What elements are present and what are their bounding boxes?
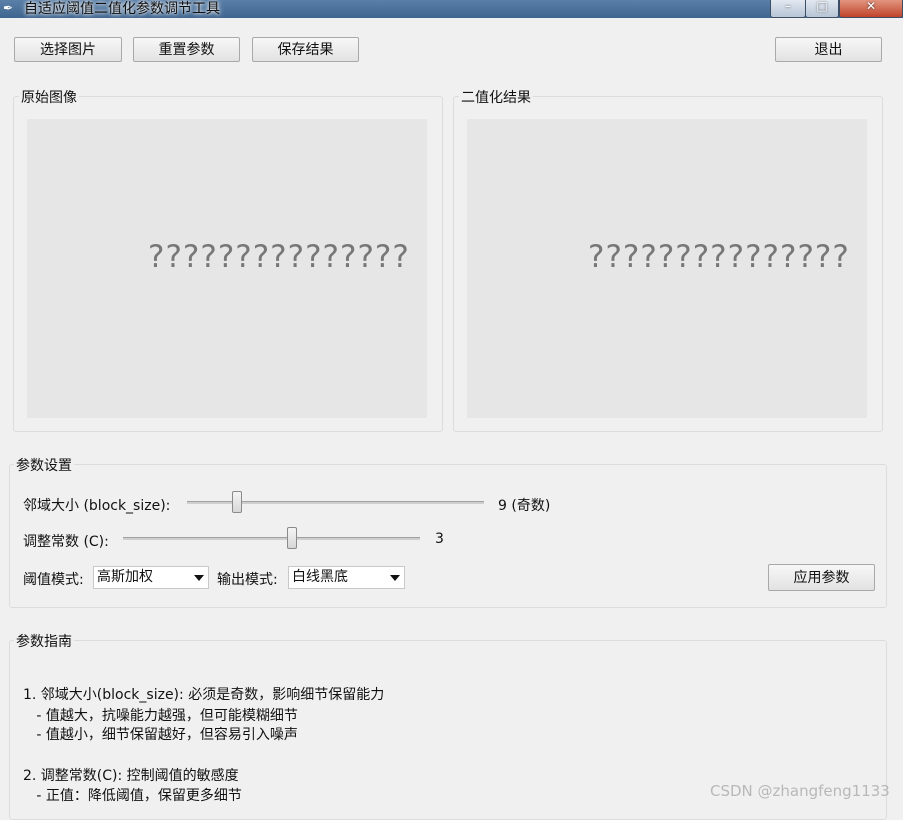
minimize-button[interactable]: – — [770, 0, 806, 18]
watermark: CSDN @zhangfeng1133 — [710, 782, 890, 800]
original-image-placeholder: ??????????????? — [148, 239, 410, 275]
chevron-down-icon — [194, 575, 204, 581]
binary-result-canvas: ??????????????? — [467, 119, 867, 418]
save-result-button[interactable]: 保存结果 — [252, 37, 359, 62]
original-image-canvas: ??????????????? — [27, 119, 427, 418]
output-mode-select[interactable]: 白线黑底 — [288, 566, 405, 589]
guide-line: 2. 调整常数(C): 控制阈值的敏感度 — [23, 768, 239, 784]
guide-line: 1. 邻域大小(block_size): 必须是奇数，影响细节保留能力 — [23, 687, 385, 703]
constant-c-value: 3 — [435, 531, 444, 547]
guide-line: - 值越小，细节保留越好，但容易引入噪声 — [23, 727, 298, 743]
output-mode-value: 白线黑底 — [292, 569, 348, 585]
original-image-label: 原始图像 — [19, 87, 79, 107]
chevron-down-icon — [390, 575, 400, 581]
threshold-mode-select[interactable]: 高斯加权 — [93, 566, 209, 589]
select-image-button[interactable]: 选择图片 — [14, 37, 122, 62]
output-mode-label: 输出模式: — [217, 572, 278, 588]
apply-params-button[interactable]: 应用参数 — [768, 564, 875, 591]
guide-line: - 值越大，抗噪能力越强，但可能模糊细节 — [23, 708, 298, 724]
guide-label: 参数指南 — [14, 631, 74, 651]
block-size-value: 9 (奇数) — [498, 498, 551, 514]
exit-button[interactable]: 退出 — [775, 37, 882, 62]
title-bar: ✒ 自适应阈值二值化参数调节工具 – □ ✕ — [0, 0, 903, 18]
close-button[interactable]: ✕ — [839, 0, 903, 18]
maximize-icon: □ — [816, 0, 828, 13]
binary-result-placeholder: ??????????????? — [588, 239, 850, 275]
threshold-mode-value: 高斯加权 — [97, 569, 153, 585]
close-icon: ✕ — [865, 0, 877, 13]
threshold-mode-label: 阈值模式: — [23, 572, 84, 588]
guide-line: - 正值：降低阈值，保留更多细节 — [23, 788, 242, 804]
constant-c-slider-thumb[interactable] — [287, 527, 298, 549]
constant-c-slider[interactable] — [123, 537, 420, 540]
params-label: 参数设置 — [14, 455, 74, 475]
window-title: 自适应阈值二值化参数调节工具 — [24, 1, 220, 17]
block-size-slider-thumb[interactable] — [232, 491, 243, 513]
reset-params-button[interactable]: 重置参数 — [133, 37, 240, 62]
minimize-icon: – — [785, 0, 791, 13]
maximize-button[interactable]: □ — [805, 0, 839, 18]
feather-icon: ✒ — [3, 1, 14, 15]
block-size-label: 邻域大小 (block_size): — [23, 498, 171, 514]
constant-c-label: 调整常数 (C): — [23, 534, 109, 550]
binary-result-label: 二值化结果 — [459, 87, 533, 107]
